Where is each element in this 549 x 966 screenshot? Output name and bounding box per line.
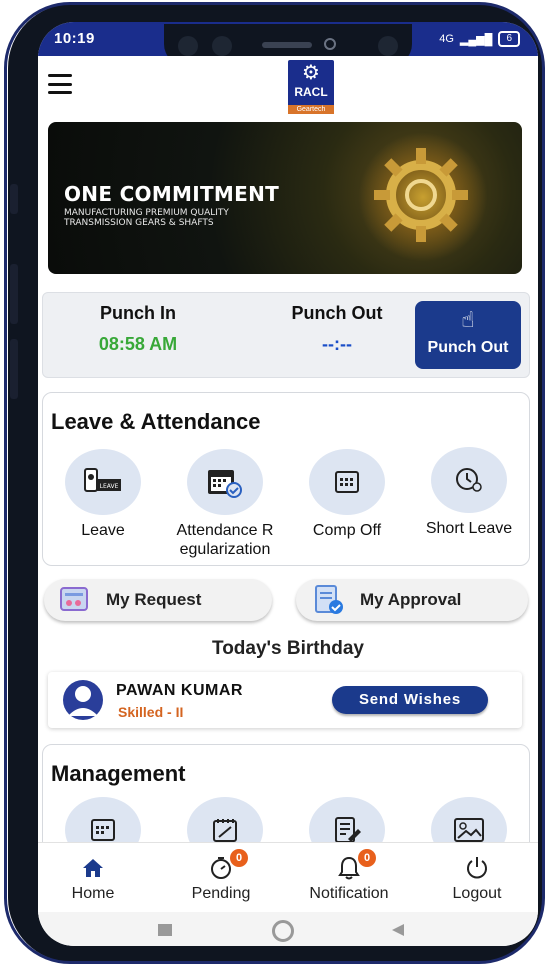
- banner-title: ONE COMMITMENT: [64, 182, 280, 206]
- banner-subtitle-line: TRANSMISSION GEARS & SHAFTS: [64, 218, 214, 228]
- my-request-button[interactable]: My Request: [44, 579, 272, 621]
- nav-notification[interactable]: 0 Notification: [294, 849, 404, 903]
- battery-level: 6: [506, 33, 512, 44]
- promo-banner: ONE COMMITMENT MANUFACTURING PREMIUM QUA…: [48, 122, 522, 274]
- my-request-label: My Request: [106, 590, 202, 609]
- punch-out-button-label: Punch Out: [427, 339, 509, 356]
- nav-pending-label: Pending: [191, 885, 251, 902]
- speaker-grille: [262, 42, 312, 48]
- signal-icon: ▂▄▆█: [459, 33, 493, 46]
- nav-pending[interactable]: 0 Pending: [166, 849, 276, 903]
- leave-attendance-card: Leave & Attendance LEAVE Leave Attendanc…: [42, 392, 530, 566]
- banner-subtitle: MANUFACTURING PREMIUM QUALITY TRANSMISSI…: [64, 208, 229, 228]
- approval-icon: [315, 585, 343, 614]
- attendance-label-line: egularization: [179, 541, 271, 558]
- power-icon: [422, 855, 532, 881]
- leave-label: Leave: [81, 522, 125, 539]
- home-button-icon[interactable]: [272, 920, 294, 942]
- attendance-regularization-label: Attendance R egularization: [165, 521, 285, 559]
- punch-in-column: Punch In 08:58 AM: [73, 303, 203, 355]
- battery-icon: 6: [498, 31, 520, 47]
- leave-icon-circle: LEAVE: [65, 449, 141, 515]
- recent-apps-icon[interactable]: [158, 924, 172, 936]
- calendar-check-icon: [208, 470, 242, 498]
- punch-out-time: --:--: [322, 334, 352, 354]
- punch-out-column: Punch Out --:--: [267, 303, 407, 355]
- logo-name: RACL: [294, 85, 328, 99]
- svg-text:LEAVE: LEAVE: [100, 483, 119, 490]
- camera-icon: [178, 36, 198, 56]
- avatar: [63, 680, 103, 720]
- pending-badge: 0: [230, 849, 248, 867]
- comp-off-label: Comp Off: [312, 522, 382, 539]
- app-screen: 10:19 4G ▂▄▆█ 6 ⚙ RACL Geartech ONE COMM…: [38, 22, 538, 946]
- calendar-grid-icon: [91, 819, 115, 841]
- attendance-icon-circle: [187, 449, 263, 515]
- app-header: ⚙ RACL Geartech: [38, 56, 538, 116]
- status-time: 10:19: [54, 30, 95, 47]
- bell-icon: 0: [294, 849, 404, 881]
- comp-off-tile[interactable]: Comp Off: [287, 449, 407, 540]
- my-approval-button[interactable]: My Approval: [296, 579, 528, 621]
- short-leave-label: Short Leave: [425, 520, 513, 537]
- leave-attendance-title: Leave & Attendance: [51, 409, 261, 434]
- company-logo: ⚙ RACL Geartech: [288, 60, 334, 114]
- birthday-card: PAWAN KUMAR Skilled - II Send Wishes: [48, 672, 522, 728]
- camera-icon: [378, 36, 398, 56]
- system-navigation-bar: [38, 912, 538, 946]
- logo-subtitle: Geartech: [288, 105, 334, 114]
- nav-notification-label: Notification: [309, 885, 389, 902]
- phone-side-button: [10, 264, 18, 324]
- clock-icon: [456, 468, 482, 492]
- birthday-person-role: Skilled - II: [118, 704, 184, 720]
- birthday-person-name: PAWAN KUMAR: [116, 682, 243, 699]
- my-approval-label: My Approval: [360, 590, 462, 609]
- hamburger-icon[interactable]: [48, 74, 72, 94]
- notification-badge: 0: [358, 849, 376, 867]
- banner-subtitle-line: MANUFACTURING PREMIUM QUALITY: [64, 208, 229, 218]
- short-leave-icon-circle: [431, 447, 507, 513]
- request-icon: [60, 587, 88, 611]
- gear-icon: [374, 148, 468, 242]
- phone-side-button: [10, 339, 18, 399]
- short-leave-tile[interactable]: Short Leave: [409, 447, 529, 538]
- calendar-grid-icon: [335, 471, 359, 493]
- leave-icon: LEAVE: [84, 468, 121, 492]
- bottom-navigation: Home 0 Pending 0 Notification Logout: [38, 842, 538, 912]
- phone-frame: 10:19 4G ▂▄▆█ 6 ⚙ RACL Geartech ONE COMM…: [8, 4, 543, 962]
- comp-off-icon-circle: [309, 449, 385, 515]
- phone-side-button: [10, 184, 18, 214]
- punch-out-label: Punch Out: [291, 303, 383, 323]
- gear-logo-icon: ⚙: [302, 62, 320, 84]
- status-indicators: 4G ▂▄▆█ 6: [439, 31, 520, 47]
- nav-logout-label: Logout: [452, 885, 502, 902]
- nav-home-label: Home: [71, 885, 115, 902]
- network-label: 4G: [439, 33, 454, 45]
- birthday-title: Today's Birthday: [212, 638, 364, 659]
- sensor-icon: [324, 38, 336, 50]
- nav-home[interactable]: Home: [38, 855, 148, 903]
- send-wishes-button[interactable]: Send Wishes: [332, 686, 488, 714]
- stopwatch-icon: 0: [166, 849, 276, 881]
- leave-tile[interactable]: LEAVE Leave: [43, 449, 163, 540]
- tap-hand-icon: ☝: [461, 307, 475, 332]
- punch-out-button[interactable]: ☝ Punch Out: [415, 301, 521, 369]
- edit-document-icon: [335, 817, 361, 843]
- management-title: Management: [51, 761, 186, 786]
- punch-in-time: 08:58 AM: [98, 334, 178, 354]
- punch-in-label: Punch In: [100, 303, 176, 323]
- calendar-tasks-icon: [213, 819, 237, 842]
- punch-card: Punch In 08:58 AM Punch Out --:-- ☝ Punc…: [42, 292, 530, 378]
- image-gallery-icon: [454, 818, 484, 842]
- home-icon: [38, 855, 148, 881]
- attendance-label-line: Attendance R: [176, 522, 274, 539]
- nav-logout[interactable]: Logout: [422, 855, 532, 903]
- back-icon[interactable]: [390, 922, 406, 943]
- attendance-regularization-tile[interactable]: Attendance R egularization: [165, 449, 285, 559]
- camera-icon: [212, 36, 232, 56]
